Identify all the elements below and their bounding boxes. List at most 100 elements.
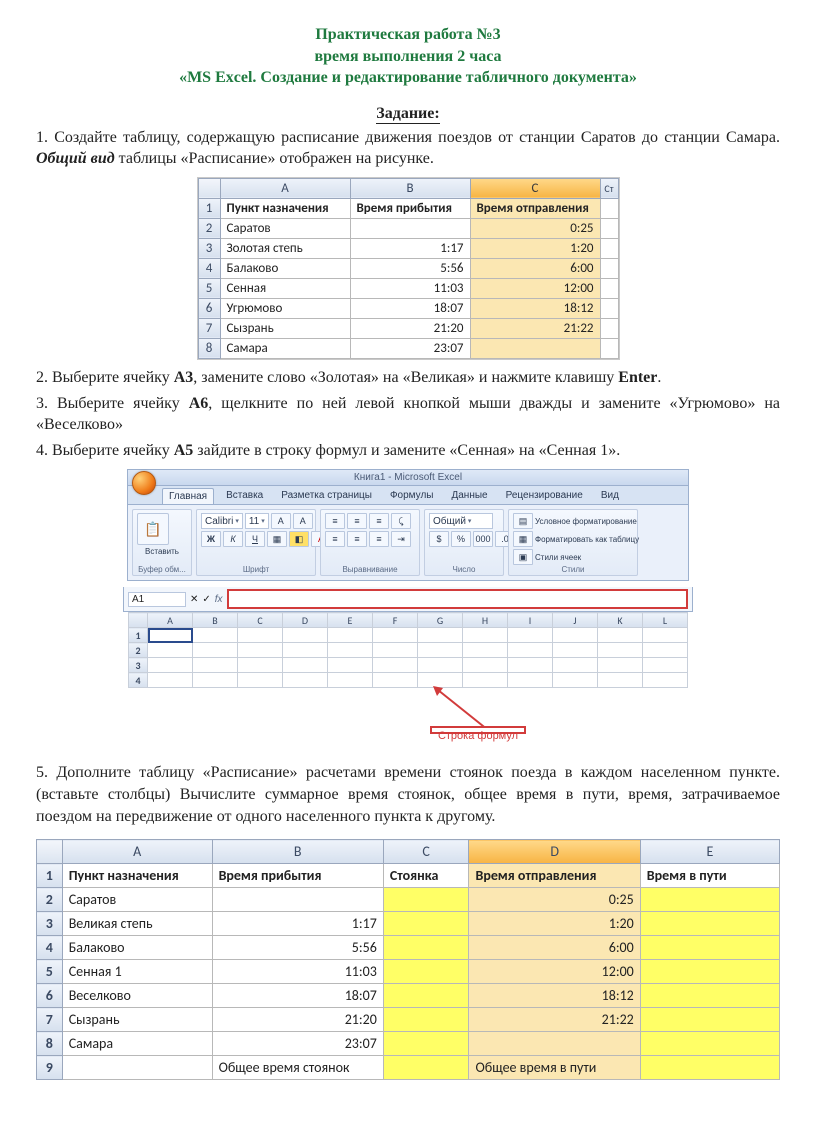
cell[interactable]: Самара <box>62 1032 212 1056</box>
cell[interactable] <box>148 673 193 688</box>
cell[interactable] <box>643 628 688 643</box>
cell[interactable] <box>640 1008 779 1032</box>
cell[interactable]: 11:03 <box>350 278 470 298</box>
cell[interactable] <box>598 658 643 673</box>
cell[interactable]: 1:17 <box>350 238 470 258</box>
cell[interactable] <box>238 658 283 673</box>
cell[interactable] <box>640 936 779 960</box>
cell[interactable] <box>283 658 328 673</box>
row-header[interactable]: 1 <box>198 198 220 218</box>
cell[interactable] <box>148 628 193 643</box>
cell[interactable] <box>212 888 383 912</box>
row-header[interactable]: 1 <box>129 628 148 643</box>
row-header[interactable]: 8 <box>37 1032 63 1056</box>
cell[interactable] <box>373 643 418 658</box>
row-header[interactable]: 4 <box>37 936 63 960</box>
cell[interactable]: 21:20 <box>212 1008 383 1032</box>
italic-button[interactable]: К <box>223 531 243 547</box>
align-middle-icon[interactable]: ≡ <box>347 513 367 529</box>
cell[interactable]: 0:25 <box>469 888 640 912</box>
cell[interactable] <box>508 673 553 688</box>
cell[interactable] <box>193 643 238 658</box>
row-header[interactable]: 3 <box>129 658 148 673</box>
cell[interactable] <box>463 628 508 643</box>
select-all-corner[interactable] <box>37 840 63 864</box>
cell[interactable]: Золотая степь <box>220 238 350 258</box>
col-header-C[interactable]: C <box>470 178 600 198</box>
col-header[interactable]: G <box>418 613 463 628</box>
cell[interactable] <box>383 1032 469 1056</box>
select-all-corner[interactable] <box>129 613 148 628</box>
orientation-icon[interactable]: ⤹ <box>391 513 411 529</box>
ribbon-tab[interactable]: Рецензирование <box>500 488 589 504</box>
col-header-B[interactable]: B <box>212 840 383 864</box>
row-header[interactable]: 7 <box>37 1008 63 1032</box>
cell[interactable] <box>238 643 283 658</box>
paste-button[interactable]: 📋 <box>137 513 169 545</box>
ribbon-tab[interactable]: Вид <box>595 488 625 504</box>
cell[interactable] <box>283 673 328 688</box>
col-header-B[interactable]: B <box>350 178 470 198</box>
cell[interactable]: Сызрань <box>220 318 350 338</box>
cell[interactable]: Балаково <box>62 936 212 960</box>
formula-input[interactable] <box>227 589 688 609</box>
header-cell[interactable]: Пункт назначения <box>220 198 350 218</box>
ribbon-tab[interactable]: Вставка <box>220 488 269 504</box>
row-header[interactable]: 3 <box>37 912 63 936</box>
enter-icon[interactable]: ✓ <box>202 594 210 605</box>
align-right-icon[interactable]: ≡ <box>369 531 389 547</box>
row-header[interactable]: 2 <box>37 888 63 912</box>
cell[interactable] <box>553 658 598 673</box>
cell[interactable] <box>418 643 463 658</box>
cell[interactable] <box>598 643 643 658</box>
row-header[interactable]: 5 <box>198 278 220 298</box>
cell[interactable] <box>328 658 373 673</box>
footer-total-travel[interactable]: Общее время в пути <box>469 1056 640 1080</box>
cell[interactable] <box>328 643 373 658</box>
cell[interactable]: 1:20 <box>470 238 600 258</box>
name-box[interactable]: A1 <box>128 592 186 607</box>
cell[interactable] <box>193 628 238 643</box>
row-header[interactable]: 4 <box>129 673 148 688</box>
cell[interactable]: 5:56 <box>212 936 383 960</box>
cell[interactable] <box>640 888 779 912</box>
cell[interactable]: Угрюмово <box>220 298 350 318</box>
cell[interactable] <box>383 960 469 984</box>
cell[interactable] <box>643 643 688 658</box>
row-header[interactable]: 6 <box>198 298 220 318</box>
cell[interactable] <box>148 643 193 658</box>
cell[interactable]: Великая степь <box>62 912 212 936</box>
ribbon-tab[interactable]: Формулы <box>384 488 440 504</box>
cell[interactable] <box>640 1032 779 1056</box>
row-header[interactable]: 4 <box>198 258 220 278</box>
cell[interactable] <box>193 658 238 673</box>
header-cell[interactable]: Время прибытия <box>350 198 470 218</box>
percent-icon[interactable]: % <box>451 531 471 547</box>
align-left-icon[interactable]: ≡ <box>325 531 345 547</box>
col-header[interactable]: B <box>193 613 238 628</box>
row-header[interactable]: 6 <box>37 984 63 1008</box>
cell[interactable] <box>418 658 463 673</box>
cell[interactable] <box>328 628 373 643</box>
format-table-icon[interactable]: ▦ <box>513 531 533 547</box>
cell[interactable] <box>598 673 643 688</box>
cancel-icon[interactable]: ✕ <box>190 594 198 605</box>
cell[interactable] <box>640 960 779 984</box>
cell[interactable]: 0:25 <box>470 218 600 238</box>
bold-button[interactable]: Ж <box>201 531 221 547</box>
cell[interactable] <box>383 888 469 912</box>
ribbon-tab[interactable]: Главная <box>162 488 214 504</box>
col-header-A[interactable]: A <box>62 840 212 864</box>
cell[interactable] <box>373 628 418 643</box>
col-header-A[interactable]: A <box>220 178 350 198</box>
col-header[interactable]: H <box>463 613 508 628</box>
cell[interactable] <box>640 912 779 936</box>
cell[interactable] <box>383 936 469 960</box>
row-header[interactable]: 9 <box>37 1056 63 1080</box>
cell[interactable]: 18:07 <box>350 298 470 318</box>
cell[interactable]: Балаково <box>220 258 350 278</box>
cell[interactable] <box>283 628 328 643</box>
cell[interactable] <box>463 643 508 658</box>
cell[interactable]: Самара <box>220 338 350 358</box>
cell[interactable]: 12:00 <box>469 960 640 984</box>
